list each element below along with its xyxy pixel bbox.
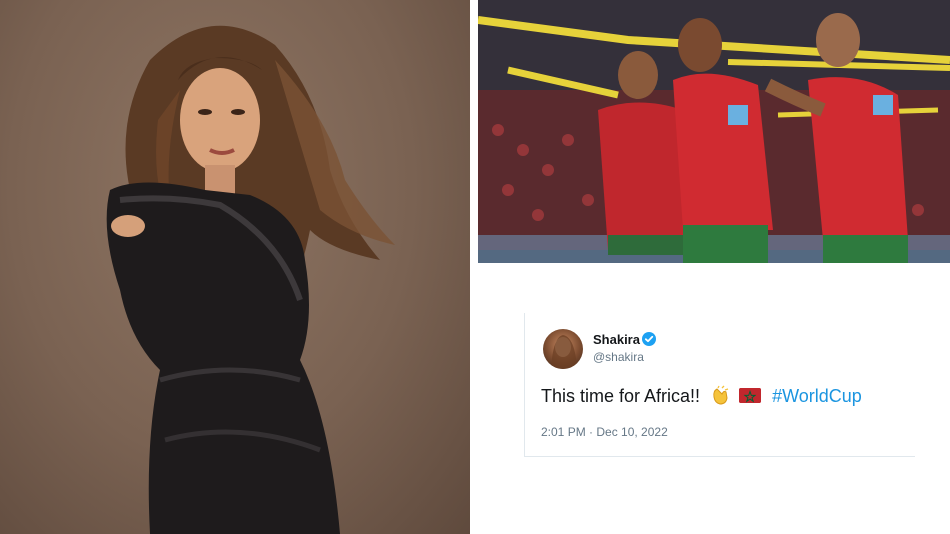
image-divider [470, 0, 478, 534]
tweet-text: This time for Africa!! #WorldCup [541, 385, 862, 407]
avatar-image [551, 335, 577, 369]
tweet-timestamp[interactable]: 2:01 PM · Dec 10, 2022 [541, 425, 668, 439]
tweet-author-handle[interactable]: @shakira [593, 350, 644, 364]
tweet-card[interactable]: Shakira @shakira This time for Africa!! … [524, 313, 915, 457]
verified-badge-icon [642, 332, 656, 346]
hashtag-link[interactable]: #WorldCup [772, 386, 862, 406]
avatar[interactable] [543, 329, 583, 369]
portrait-illustration [106, 25, 395, 534]
clapping-hands-icon [709, 385, 731, 405]
morocco-flag-icon [739, 388, 762, 403]
celebration-illustration [478, 0, 950, 263]
celebration-photo [478, 0, 950, 263]
tweet-author-name[interactable]: Shakira [593, 332, 640, 347]
portrait-photo [0, 0, 470, 534]
tweet-body: This time for Africa!! [541, 386, 701, 406]
